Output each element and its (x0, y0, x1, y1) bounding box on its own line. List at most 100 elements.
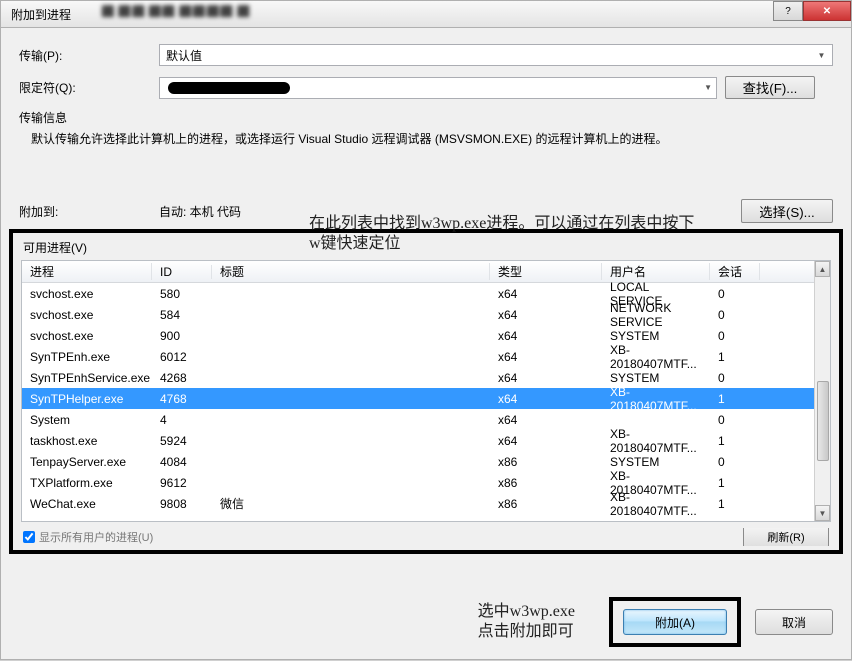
chevron-down-icon: ▼ (814, 48, 829, 62)
col-session[interactable]: 会话 (710, 263, 760, 280)
table-row[interactable]: SynTPHelper.exe4768x64XB-20180407MTF...1 (22, 388, 814, 409)
table-row[interactable]: taskhost.exe5924x64XB-20180407MTF...1 (22, 430, 814, 451)
cell-sess: 1 (710, 434, 760, 448)
find-button[interactable]: 查找(F)... (725, 76, 815, 99)
cell-sess: 0 (710, 455, 760, 469)
titlebar: 附加到进程 ⬛ ⬛⬛ ⬛⬛ ⬛⬛⬛⬛ ⬛ ? ✕ (0, 0, 852, 28)
transport-label: 传输(P): (19, 47, 159, 64)
info-title: 传输信息 (19, 109, 833, 126)
cell-type: x64 (490, 371, 602, 385)
cell-id: 9612 (152, 476, 212, 490)
cell-proc: SynTPEnh.exe (22, 350, 152, 364)
cell-id: 584 (152, 308, 212, 322)
qualifier-label: 限定符(Q): (19, 79, 159, 96)
qualifier-dropdown[interactable]: ▼ (159, 77, 717, 99)
cell-id: 5924 (152, 434, 212, 448)
cell-sess: 0 (710, 329, 760, 343)
refresh-button[interactable]: 刷新(R) (743, 528, 829, 546)
cell-proc: TenpayServer.exe (22, 455, 152, 469)
scroll-up-icon[interactable]: ▲ (815, 261, 830, 277)
cell-id: 4 (152, 413, 212, 427)
cell-user: XB-20180407MTF... (602, 343, 710, 371)
cell-user: SYSTEM (602, 329, 710, 343)
cell-proc: svchost.exe (22, 329, 152, 343)
cell-type: x64 (490, 350, 602, 364)
cell-user: SYSTEM (602, 455, 710, 469)
cell-id: 900 (152, 329, 212, 343)
process-table: 进程 ID 标题 类型 用户名 会话 svchost.exe580x64LOCA… (21, 260, 831, 522)
table-row[interactable]: svchost.exe584x64NETWORK SERVICE0 (22, 304, 814, 325)
col-user[interactable]: 用户名 (602, 263, 710, 280)
attach-button-frame: 附加(A) (609, 597, 741, 647)
dialog-body: 传输(P): 默认值 ▼ 限定符(Q): ▼ 查找(F)... 传输信息 默认传… (0, 28, 852, 660)
help-icon: ? (785, 6, 791, 17)
cell-sess: 1 (710, 350, 760, 364)
transport-dropdown[interactable]: 默认值 ▼ (159, 44, 833, 66)
annotation-2-line2: 点击附加即可 (478, 622, 575, 642)
cell-id: 4084 (152, 455, 212, 469)
cell-proc: System (22, 413, 152, 427)
cell-proc: WeChat.exe (22, 497, 152, 511)
cell-proc: svchost.exe (22, 287, 152, 301)
cell-user: NETWORK SERVICE (602, 301, 710, 329)
blurred-text: ⬛ ⬛⬛ ⬛⬛ ⬛⬛⬛⬛ ⬛ (101, 5, 351, 23)
cell-user: SYSTEM (602, 371, 710, 385)
attachto-label: 附加到: (19, 203, 159, 220)
cell-type: x86 (490, 476, 602, 490)
cell-id: 6012 (152, 350, 212, 364)
cell-id: 9808 (152, 497, 212, 511)
cell-sess: 1 (710, 476, 760, 490)
attach-button[interactable]: 附加(A) (623, 609, 727, 635)
cell-sess: 0 (710, 413, 760, 427)
cell-sess: 0 (710, 308, 760, 322)
cell-sess: 1 (710, 392, 760, 406)
scroll-thumb[interactable] (817, 381, 829, 461)
cell-id: 4768 (152, 392, 212, 406)
close-button[interactable]: ✕ (803, 1, 851, 21)
show-all-users-checkbox[interactable]: 显示所有用户的进程(U) (23, 529, 153, 545)
cell-type: x64 (490, 329, 602, 343)
cell-sess: 0 (710, 287, 760, 301)
cell-sess: 0 (710, 371, 760, 385)
cell-type: x64 (490, 434, 602, 448)
cell-type: x64 (490, 308, 602, 322)
cell-id: 580 (152, 287, 212, 301)
chevron-down-icon: ▼ (704, 83, 712, 92)
cell-user: XB-20180407MTF... (602, 427, 710, 455)
select-button[interactable]: 选择(S)... (741, 199, 833, 223)
transport-value: 默认值 (166, 47, 202, 64)
help-button[interactable]: ? (773, 1, 803, 21)
window-title: 附加到进程 (11, 6, 71, 23)
cell-type: x86 (490, 455, 602, 469)
scroll-down-icon[interactable]: ▼ (815, 505, 830, 521)
annotation-2-line1: 选中w3wp.exe (478, 602, 575, 622)
table-row[interactable]: WeChat.exe9808微信x86XB-20180407MTF...1 (22, 493, 814, 514)
cell-type: x86 (490, 497, 602, 511)
cell-id: 4268 (152, 371, 212, 385)
vertical-scrollbar[interactable]: ▲ ▼ (814, 261, 830, 521)
col-title[interactable]: 标题 (212, 263, 490, 280)
checkbox-label: 显示所有用户的进程(U) (39, 529, 153, 545)
cell-user: XB-20180407MTF... (602, 490, 710, 518)
cell-user: XB-20180407MTF... (602, 385, 710, 413)
cell-type: x64 (490, 392, 602, 406)
cancel-button[interactable]: 取消 (755, 609, 833, 635)
cell-proc: SynTPHelper.exe (22, 392, 152, 406)
checkbox-input[interactable] (23, 531, 35, 543)
cell-proc: TXPlatform.exe (22, 476, 152, 490)
info-text: 默认传输允许选择此计算机上的进程，或选择运行 Visual Studio 远程调… (19, 130, 833, 147)
cell-type: x64 (490, 413, 602, 427)
col-type[interactable]: 类型 (490, 263, 602, 280)
col-process[interactable]: 进程 (22, 263, 152, 280)
cell-title: 微信 (212, 495, 490, 512)
cell-sess: 1 (710, 497, 760, 511)
close-icon: ✕ (823, 6, 831, 17)
redacted-qualifier (168, 82, 290, 94)
annotation-1-line2: w键快速定位 (309, 234, 694, 254)
cell-proc: SynTPEnhService.exe (22, 371, 152, 385)
annotation-2: 选中w3wp.exe 点击附加即可 (478, 602, 575, 642)
table-row[interactable]: SynTPEnh.exe6012x64XB-20180407MTF...1 (22, 346, 814, 367)
col-id[interactable]: ID (152, 265, 212, 279)
cell-type: x64 (490, 287, 602, 301)
annotation-1: 在此列表中找到w3wp.exe进程。可以通过在列表中按下 w键快速定位 (309, 214, 694, 254)
